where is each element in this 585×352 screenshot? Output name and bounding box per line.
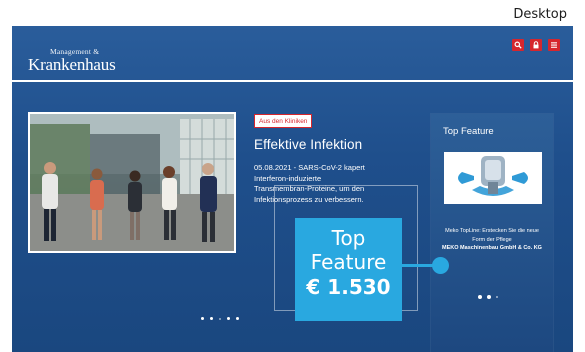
top-feature-card[interactable]: Top Feature Meko TopLine: Erstecken Sie … [431,114,553,352]
feature-heading: Top Feature [443,126,494,137]
hero-slider-dots[interactable] [201,317,239,320]
category-badge[interactable]: Aus den Kliniken [254,114,313,128]
article-title[interactable]: Effektive Infektion [254,137,362,152]
hero-image[interactable] [28,112,236,253]
slider-dot[interactable] [236,317,239,320]
header-divider [12,80,573,82]
slider-dot[interactable] [219,317,221,320]
slider-dot[interactable] [496,296,498,298]
search-icon[interactable] [512,39,524,51]
logo-subtitle: Management & [50,47,100,56]
article-teaser-line: 05.08.2021 - SARS-CoV-2 kapert [254,163,365,172]
slider-dot[interactable] [487,295,491,299]
slider-dot[interactable] [201,317,204,320]
slider-dot[interactable] [227,317,230,320]
feature-product-image[interactable] [444,152,542,204]
viewport-label: Desktop [513,7,567,22]
site-logo[interactable]: Management & Krankenhaus [28,47,116,74]
callout-pointer-dot [432,257,449,274]
article-teaser-line: Interferon-induzierte [254,173,322,183]
menu-icon[interactable] [548,39,560,51]
price-callout-label: Top [331,226,366,250]
lock-icon[interactable] [530,39,542,51]
slider-dot[interactable] [478,295,482,299]
callout-pointer-line [402,264,436,267]
feature-tagline: Meko TopLine: Erstecken Sie die neue For… [445,228,539,243]
price-callout: Top Feature € 1.530 [295,218,402,321]
header-actions [512,39,560,51]
feature-company: MEKO Maschinenbau GmbH & Co. KG [442,245,542,251]
slider-dot[interactable] [210,317,213,320]
feature-slider-dots[interactable] [478,295,498,299]
feature-description: Meko TopLine: Erstecken Sie die neue For… [439,227,545,253]
website-preview: Management & Krankenhaus Aus den Klinike… [12,26,573,352]
logo-title: Krankenhaus [28,55,116,74]
price-value: € 1.530 [306,275,391,299]
price-callout-label: Feature [310,250,387,274]
